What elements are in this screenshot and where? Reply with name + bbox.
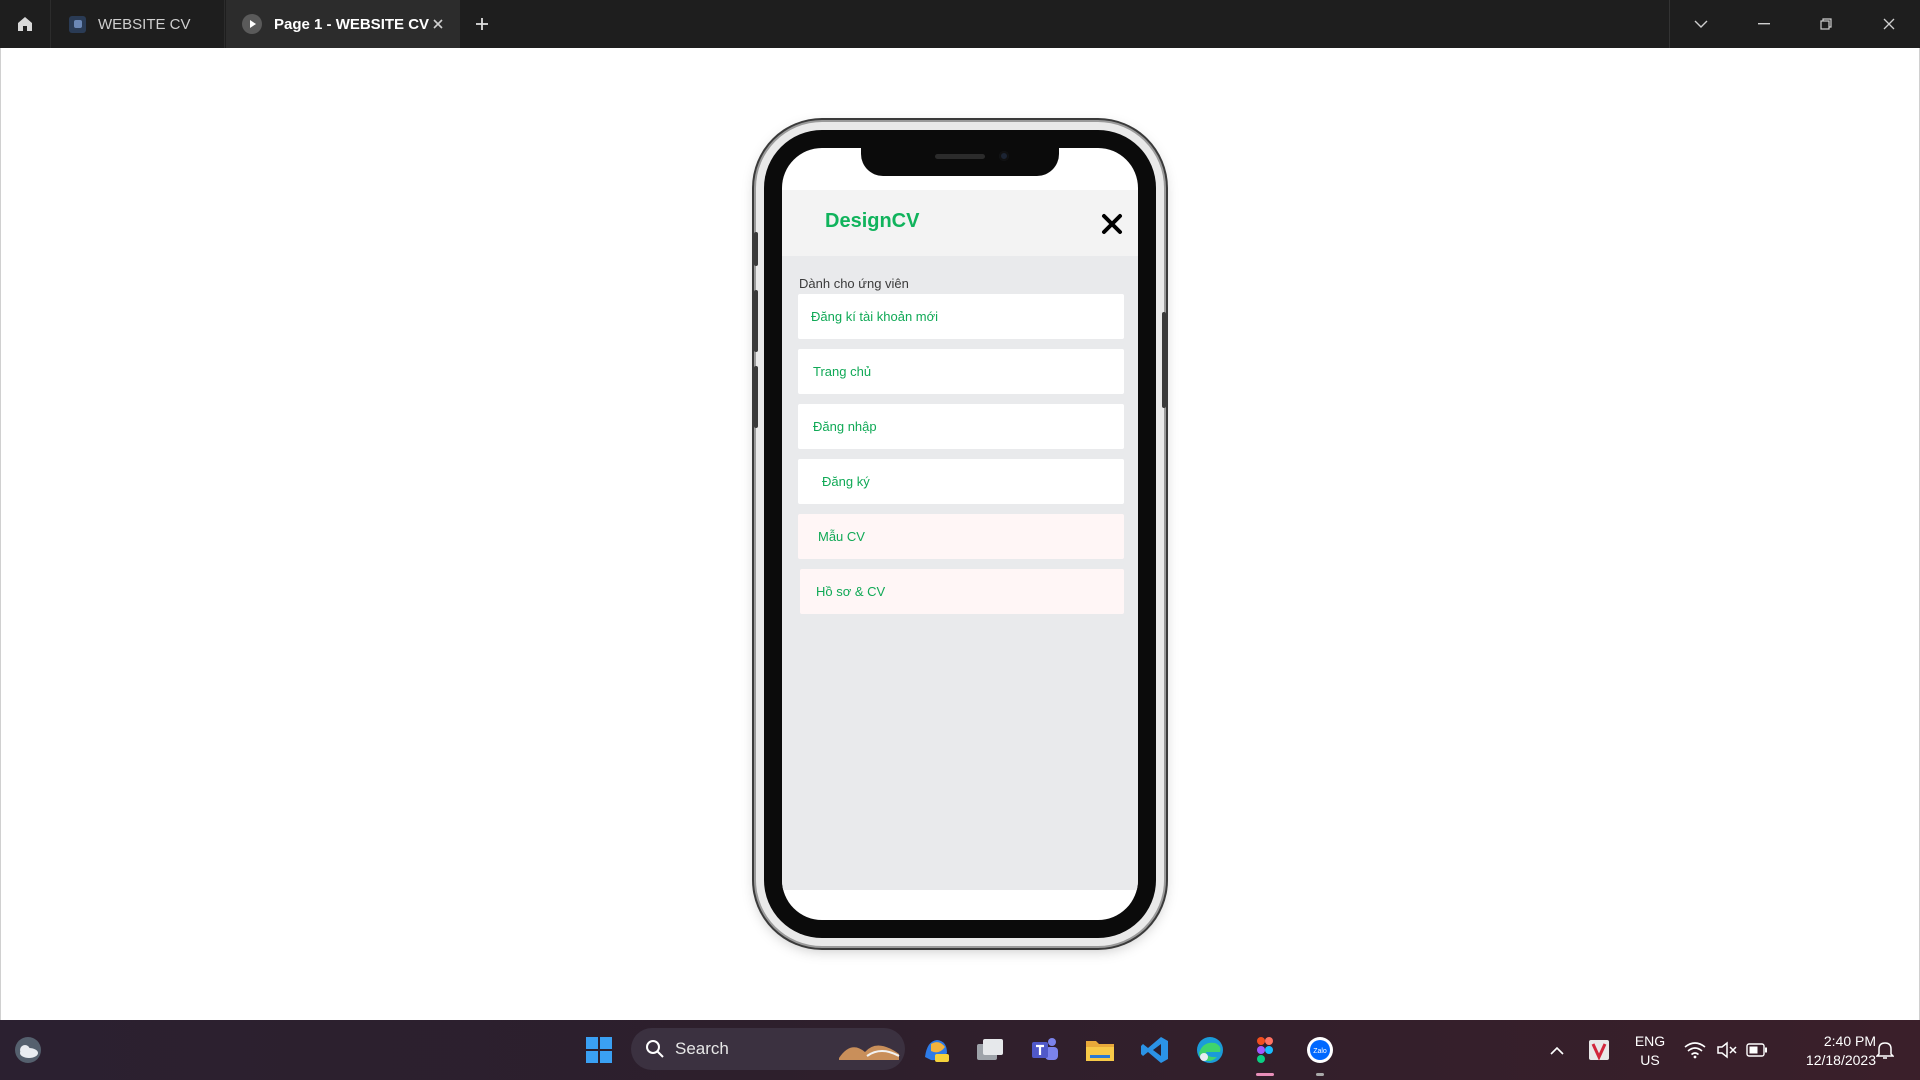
title-bar: WEBSITE CV Page 1 - WEBSITE CV <box>0 0 1920 48</box>
windows-start-icon <box>586 1037 612 1063</box>
tray-app-button[interactable] <box>1584 1032 1614 1068</box>
front-camera <box>999 151 1009 161</box>
menu-header: DesignCV <box>782 190 1138 256</box>
restore-button[interactable] <box>1795 0 1857 48</box>
menu-item-label: Đăng kí tài khoản mới <box>811 309 939 324</box>
mute-switch <box>754 232 758 266</box>
start-button[interactable] <box>581 1032 617 1068</box>
play-icon <box>242 14 262 34</box>
close-menu-icon[interactable] <box>1100 212 1124 236</box>
copilot-button[interactable] <box>918 1032 954 1068</box>
tab-website-cv[interactable]: WEBSITE CV <box>51 0 225 48</box>
menu-item-label: Đăng ký <box>822 474 870 489</box>
figma-file-icon <box>69 15 86 33</box>
tab-label: Page 1 - WEBSITE CV <box>274 15 430 33</box>
task-view-icon <box>977 1039 1003 1060</box>
menu-item-home[interactable]: Trang chủ <box>798 349 1124 394</box>
home-button[interactable] <box>0 0 51 48</box>
copilot-icon <box>925 1040 949 1062</box>
phone-notch <box>861 146 1059 176</box>
show-hidden-icons-button[interactable] <box>1542 1032 1572 1068</box>
edge-icon <box>1197 1037 1223 1063</box>
svg-text:Zalo: Zalo <box>1313 1048 1327 1055</box>
minimize-button[interactable] <box>1733 0 1795 48</box>
plus-icon <box>476 18 488 30</box>
taskbar-search[interactable]: Search <box>631 1028 905 1070</box>
new-tab-button[interactable] <box>470 12 494 36</box>
tab-list-button[interactable] <box>1670 0 1732 48</box>
brand-logo[interactable]: DesignCV <box>825 210 919 233</box>
windows-taskbar: Search Zalo ENG US 2:40 PM 12/18/2023 <box>0 1020 1920 1080</box>
search-highlight-icon <box>839 1045 900 1060</box>
search-icon <box>646 1040 664 1058</box>
vscode-button[interactable] <box>1137 1032 1173 1068</box>
menu-item-profile-cv[interactable]: Hồ sơ & CV <box>800 569 1124 614</box>
vscode-icon <box>1141 1037 1168 1063</box>
restore-icon <box>1820 18 1832 30</box>
volume-button[interactable] <box>1712 1032 1742 1068</box>
menu-item-label: Trang chủ <box>813 364 872 379</box>
running-app-indicator <box>1316 1073 1324 1076</box>
edge-button[interactable] <box>1192 1032 1228 1068</box>
menu-item-label: Hồ sơ & CV <box>816 584 886 599</box>
menu-item-login[interactable]: Đăng nhập <box>798 404 1124 449</box>
language-code: ENG <box>1634 1033 1666 1049</box>
file-explorer-icon <box>1086 1041 1114 1061</box>
teams-button[interactable] <box>1027 1032 1063 1068</box>
menu-item-label: Đăng nhập <box>813 419 877 434</box>
menu-item-cv-templates[interactable]: Mẫu CV <box>798 514 1124 559</box>
chevron-up-icon <box>1550 1046 1564 1055</box>
notifications-button[interactable] <box>1870 1032 1900 1068</box>
clock[interactable]: 2:40 PM 12/18/2023 <box>1780 1032 1876 1070</box>
home-icon <box>18 17 32 31</box>
battery-button[interactable] <box>1742 1032 1772 1068</box>
section-label: Dành cho ứng viên <box>799 276 909 291</box>
chevron-down-icon <box>1694 20 1708 28</box>
weather-widget[interactable] <box>10 1032 46 1068</box>
language-indicator[interactable]: ENG US <box>1630 1032 1670 1070</box>
phone-screen: DesignCV Dành cho ứng viên Đăng kí tài k… <box>782 148 1138 920</box>
close-tab-icon[interactable] <box>428 14 448 34</box>
figma-button[interactable] <box>1247 1032 1283 1076</box>
menu-item-label: Mẫu CV <box>818 529 865 544</box>
task-view-button[interactable] <box>972 1032 1008 1068</box>
menu-item-register-account[interactable]: Đăng kí tài khoản mới <box>798 294 1124 339</box>
volume-down-button <box>754 366 758 428</box>
tab-page1-website-cv[interactable]: Page 1 - WEBSITE CV <box>226 0 460 48</box>
wifi-icon <box>1684 1042 1706 1059</box>
clock-date: 12/18/2023 <box>1805 1052 1876 1068</box>
battery-icon <box>1746 1043 1767 1057</box>
teams-icon <box>1032 1038 1058 1060</box>
bell-icon <box>1876 1042 1894 1059</box>
menu-item-signup[interactable]: Đăng ký <box>798 459 1124 504</box>
volume-muted-icon <box>1717 1041 1737 1059</box>
antivirus-icon <box>1589 1040 1609 1061</box>
minimize-icon <box>1758 23 1770 25</box>
active-app-indicator <box>1256 1073 1274 1076</box>
mobile-menu: DesignCV Dành cho ứng viên Đăng kí tài k… <box>782 190 1138 890</box>
network-button[interactable] <box>1680 1032 1710 1068</box>
tab-label: WEBSITE CV <box>98 15 191 33</box>
volume-up-button <box>754 290 758 352</box>
close-window-button[interactable] <box>1858 0 1920 48</box>
weather-icon <box>15 1037 41 1063</box>
file-explorer-button[interactable] <box>1082 1032 1118 1068</box>
zalo-icon: Zalo <box>1307 1037 1333 1063</box>
clock-time: 2:40 PM <box>1823 1033 1876 1049</box>
keyboard-region: US <box>1640 1052 1660 1068</box>
speaker-grille <box>935 154 985 159</box>
figma-icon <box>1257 1037 1273 1063</box>
zalo-button[interactable]: Zalo <box>1302 1032 1338 1076</box>
close-icon <box>1883 18 1895 30</box>
search-placeholder: Search <box>675 1039 729 1058</box>
power-button <box>1162 312 1166 408</box>
